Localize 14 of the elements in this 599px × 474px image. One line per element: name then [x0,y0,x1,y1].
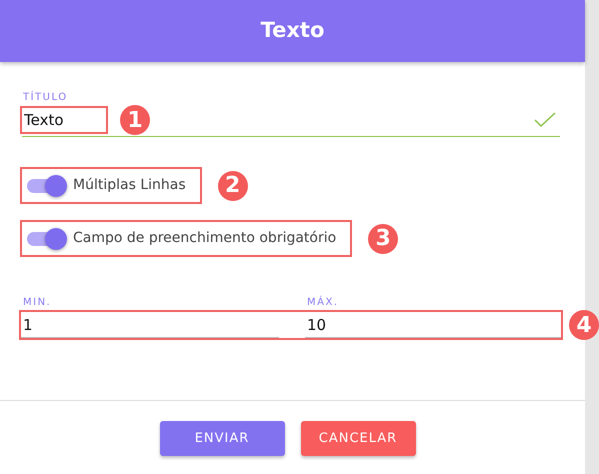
field-label: MÁX. [307,295,338,310]
toggle-switch[interactable]: Múltiplas Linhas [20,167,202,204]
min-input[interactable]: 1 [21,312,279,338]
submit-button[interactable]: ENVIAR [160,421,284,456]
toggle-switch[interactable]: Campo de preenchimento obrigatório [20,220,352,257]
callout-number: 2 [218,170,248,200]
max-input[interactable]: 10 [305,312,561,338]
callout-number: 1 [120,105,150,135]
dialog-title: Texto [260,17,324,44]
callout-number: 3 [368,224,398,254]
field-label: TÍTULO [23,90,69,105]
callout-number: 4 [569,310,599,340]
field-label: MIN. [23,296,52,310]
title-input[interactable]: Texto [22,109,106,132]
